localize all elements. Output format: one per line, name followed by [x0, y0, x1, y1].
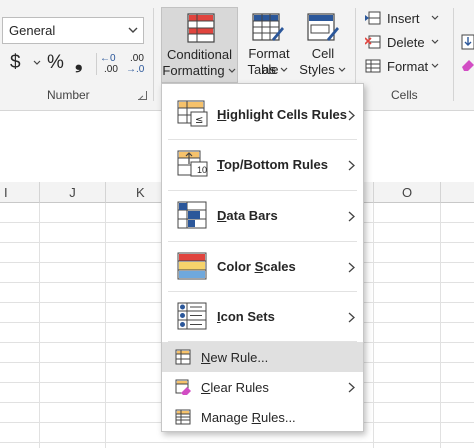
chevron-down-icon[interactable] — [33, 60, 41, 66]
increase-decimal-button[interactable]: ←0 .00 — [100, 53, 124, 77]
chevron-right-icon — [348, 312, 355, 323]
menu-item-label: Highlight Cells Rules — [217, 107, 348, 122]
currency-format-button[interactable]: $ — [10, 50, 21, 76]
chevron-right-icon — [348, 211, 355, 222]
column-header-o[interactable]: O — [374, 182, 441, 203]
decrease-decimal-bottom: →.0 — [126, 64, 145, 75]
menu-item-manage-rules[interactable]: Manage Rules... — [162, 402, 363, 432]
column-header-k[interactable]: K — [106, 182, 162, 203]
color-scales-icon — [177, 252, 207, 280]
chevron-right-icon — [348, 382, 355, 393]
format-label: Format — [387, 59, 429, 74]
column-header-i[interactable]: I — [0, 182, 40, 203]
conditional-formatting-menu: ≤ Highlight Cells Rules 10 Top/Bottom Ru… — [161, 83, 364, 432]
number-format-buttons: $ % ❟ ←0 .00 .00 →.0 — [8, 50, 154, 78]
increase-decimal-bottom: .00 — [104, 64, 118, 75]
highlight-cells-icon: ≤ — [177, 100, 208, 127]
divider — [96, 53, 97, 75]
increase-decimal-top: ←0 — [100, 53, 116, 64]
menu-item-clear-rules[interactable]: Clear Rules — [162, 372, 363, 402]
gridline — [105, 203, 106, 448]
column-header-j[interactable]: J — [40, 182, 106, 203]
comma-style-button[interactable]: ❟ — [75, 50, 82, 76]
insert-cells-icon — [365, 11, 381, 25]
chevron-down-icon — [431, 39, 439, 44]
clear-eraser-icon[interactable] — [461, 58, 474, 72]
menu-item-new-rule[interactable]: New Rule... — [162, 342, 363, 372]
number-format-value: General — [9, 23, 56, 38]
menu-item-color-scales[interactable]: Color Scales — [162, 242, 363, 291]
format-as-table-button[interactable]: Format as Table — [240, 7, 298, 83]
menu-item-label: Clear Rules — [201, 380, 269, 395]
cell-styles-label-1: Cell — [311, 46, 335, 61]
chevron-right-icon — [348, 110, 355, 121]
column-header-hidden[interactable] — [364, 182, 374, 203]
chevron-down-icon — [128, 27, 138, 33]
decrease-decimal-button[interactable]: .00 →.0 — [126, 53, 152, 77]
svg-text:≤: ≤ — [195, 115, 203, 126]
conditional-formatting-label-1: Conditional — [166, 47, 233, 62]
gridline — [440, 203, 441, 448]
cell-styles-button[interactable]: Cell Styles — [298, 7, 348, 83]
dialog-launcher-icon[interactable] — [138, 91, 147, 100]
menu-item-icon-sets[interactable]: Icon Sets — [162, 292, 363, 341]
number-format-dropdown[interactable]: General — [2, 17, 144, 44]
percent-style-button[interactable]: % — [47, 50, 64, 76]
group-divider — [153, 8, 154, 101]
chevron-down-icon — [338, 67, 346, 72]
insert-button[interactable]: Insert — [365, 9, 445, 31]
column-header-next[interactable] — [441, 182, 474, 203]
menu-item-highlight-cells-rules[interactable]: ≤ Highlight Cells Rules — [162, 90, 363, 139]
menu-item-label: Data Bars — [217, 208, 278, 223]
top-bottom-badge: 10 — [197, 165, 208, 175]
cell-styles-icon — [307, 13, 339, 41]
delete-button[interactable]: Delete — [365, 33, 445, 55]
chevron-right-icon — [348, 160, 355, 171]
menu-item-label: Icon Sets — [217, 309, 275, 324]
icon-sets-icon — [177, 302, 207, 330]
menu-item-label: Color Scales — [217, 259, 296, 274]
menu-item-top-bottom-rules[interactable]: 10 Top/Bottom Rules — [162, 140, 363, 189]
chevron-down-icon — [431, 15, 439, 20]
clear-rules-icon — [175, 379, 191, 395]
gridline — [39, 203, 40, 448]
conditional-formatting-button[interactable]: Conditional Formatting — [161, 7, 238, 83]
new-rule-icon — [175, 349, 191, 365]
number-group-label: Number — [47, 88, 90, 102]
menu-item-label: Top/Bottom Rules — [217, 157, 328, 172]
fill-down-icon[interactable] — [461, 34, 474, 50]
chevron-down-icon — [431, 63, 439, 68]
data-bars-icon — [177, 201, 207, 229]
format-as-table-icon — [252, 13, 284, 41]
delete-cells-icon — [365, 35, 381, 49]
conditional-formatting-icon — [187, 13, 215, 43]
chevron-right-icon — [348, 262, 355, 273]
gridline — [0, 442, 474, 443]
insert-label: Insert — [387, 11, 420, 26]
cells-group-label: Cells — [391, 88, 418, 102]
decrease-decimal-top: .00 — [130, 53, 144, 64]
chevron-down-icon — [280, 67, 288, 72]
gridline — [373, 203, 374, 448]
menu-item-label: Manage Rules... — [201, 410, 296, 425]
menu-item-data-bars[interactable]: Data Bars — [162, 191, 363, 240]
format-button[interactable]: Format — [365, 57, 445, 79]
format-cells-icon — [365, 59, 381, 73]
menu-item-label: New Rule... — [201, 350, 269, 365]
cell-styles-label-2: Styles — [299, 62, 335, 77]
group-divider — [453, 8, 454, 101]
delete-label: Delete — [387, 35, 425, 50]
manage-rules-icon — [175, 409, 191, 425]
conditional-formatting-label-2: Formatting — [162, 63, 225, 78]
